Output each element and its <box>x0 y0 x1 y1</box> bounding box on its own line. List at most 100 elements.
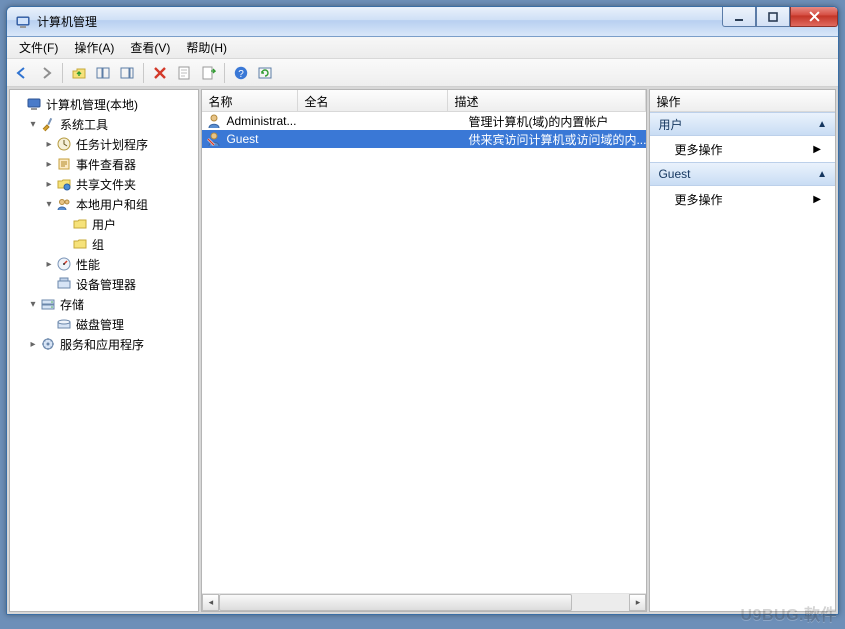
scroll-thumb[interactable] <box>219 594 572 611</box>
show-hide-tree-button[interactable] <box>92 62 114 84</box>
users-groups-icon <box>56 196 72 212</box>
scroll-track[interactable] <box>219 594 629 611</box>
menu-action[interactable]: 操作(A) <box>66 37 122 58</box>
collapse-icon: ▲ <box>817 119 827 130</box>
clock-icon <box>56 136 72 152</box>
tree-shared-folders[interactable]: ▸ 共享文件夹 <box>12 174 196 194</box>
cell-description: 供来宾访问计算机或访问域的内... <box>468 131 646 148</box>
tree: 计算机管理(本地) ▾ 系统工具 ▸ 任务计划程序 ▸ 事件查看器 <box>10 90 198 611</box>
help-button[interactable]: ? <box>230 62 252 84</box>
collapse-icon: ▲ <box>817 169 827 180</box>
caret-down-icon: ▾ <box>26 119 40 130</box>
caret-right-icon: ▸ <box>42 139 56 150</box>
tree-label: 存储 <box>60 296 84 313</box>
tree-event-viewer[interactable]: ▸ 事件查看器 <box>12 154 196 174</box>
tree-label: 用户 <box>92 216 116 233</box>
horizontal-scrollbar[interactable]: ◂ ▸ <box>202 593 646 611</box>
tree-label: 服务和应用程序 <box>60 336 144 353</box>
performance-icon <box>56 256 72 272</box>
tree-label: 计算机管理(本地) <box>46 96 138 113</box>
tree-storage[interactable]: ▾ 存储 <box>12 294 196 314</box>
tree-label: 设备管理器 <box>76 276 136 293</box>
app-icon <box>15 14 31 30</box>
window-title: 计算机管理 <box>37 13 838 30</box>
toolbar-separator <box>62 63 63 83</box>
event-icon <box>56 156 72 172</box>
caret-down-icon: ▾ <box>42 199 56 210</box>
tree-label: 系统工具 <box>60 116 108 133</box>
tree-groups[interactable]: 组 <box>12 234 196 254</box>
tree-users[interactable]: 用户 <box>12 214 196 234</box>
tree-label: 组 <box>92 236 104 253</box>
storage-icon <box>40 296 56 312</box>
maximize-button[interactable] <box>756 7 790 27</box>
refresh-button[interactable] <box>254 62 276 84</box>
tree-root[interactable]: 计算机管理(本地) <box>12 94 196 114</box>
tree-services-apps[interactable]: ▸ 服务和应用程序 <box>12 334 196 354</box>
col-description[interactable]: 描述 <box>448 90 646 111</box>
close-button[interactable] <box>790 7 838 27</box>
actions-item-label: 更多操作 <box>674 141 722 158</box>
caret-right-icon: ▸ <box>42 179 56 190</box>
export-list-button[interactable] <box>197 62 219 84</box>
tree-disk-management[interactable]: 磁盘管理 <box>12 314 196 334</box>
tree-label: 共享文件夹 <box>76 176 136 193</box>
submenu-icon: ▶ <box>813 144 821 155</box>
list-pane: 名称 全名 描述 Administrat... 管理计算机(域)的内置帐户 Gu… <box>201 89 647 612</box>
services-icon <box>40 336 56 352</box>
titlebar[interactable]: 计算机管理 <box>7 7 838 37</box>
col-name[interactable]: 名称 <box>202 90 298 111</box>
col-fullname[interactable]: 全名 <box>298 90 448 111</box>
shared-folder-icon <box>56 176 72 192</box>
tree-task-scheduler[interactable]: ▸ 任务计划程序 <box>12 134 196 154</box>
svg-text:?: ? <box>238 69 244 80</box>
list-row-guest[interactable]: Guest 供来宾访问计算机或访问域的内... <box>202 130 646 148</box>
minimize-button[interactable] <box>722 7 756 27</box>
content-area: 计算机管理(本地) ▾ 系统工具 ▸ 任务计划程序 ▸ 事件查看器 <box>7 87 838 614</box>
delete-button[interactable] <box>149 62 171 84</box>
properties-button[interactable] <box>173 62 195 84</box>
menu-help[interactable]: 帮助(H) <box>178 37 235 58</box>
list-body: Administrat... 管理计算机(域)的内置帐户 Guest 供来宾访问… <box>202 112 646 593</box>
actions-group-guest[interactable]: Guest ▲ <box>650 162 835 186</box>
actions-group-users[interactable]: 用户 ▲ <box>650 112 835 136</box>
toolbar: ? <box>7 59 838 87</box>
mmc-window: 计算机管理 文件(F) 操作(A) 查看(V) 帮助(H) ? <box>6 6 839 615</box>
toolbar-separator <box>224 63 225 83</box>
tools-icon <box>40 116 56 132</box>
tree-performance[interactable]: ▸ 性能 <box>12 254 196 274</box>
list-row-administrator[interactable]: Administrat... 管理计算机(域)的内置帐户 <box>202 112 646 130</box>
scroll-left-button[interactable]: ◂ <box>202 594 219 611</box>
back-button[interactable] <box>11 62 33 84</box>
toolbar-separator <box>143 63 144 83</box>
actions-header: 操作 <box>650 90 835 112</box>
cell-name: Administrat... <box>226 114 318 128</box>
tree-label: 任务计划程序 <box>76 136 148 153</box>
menu-file[interactable]: 文件(F) <box>11 37 66 58</box>
caret-right-icon: ▸ <box>42 259 56 270</box>
caret-down-icon: ▾ <box>26 299 40 310</box>
menubar: 文件(F) 操作(A) 查看(V) 帮助(H) <box>7 37 838 59</box>
folder-icon <box>72 216 88 232</box>
column-headers: 名称 全名 描述 <box>202 90 646 112</box>
actions-item-label: 更多操作 <box>674 191 722 208</box>
up-level-button[interactable] <box>68 62 90 84</box>
user-icon <box>206 113 222 129</box>
tree-local-users-groups[interactable]: ▾ 本地用户和组 <box>12 194 196 214</box>
cell-name: Guest <box>226 132 318 146</box>
tree-device-manager[interactable]: 设备管理器 <box>12 274 196 294</box>
actions-item-more-guest[interactable]: 更多操作 ▶ <box>650 186 835 212</box>
tree-system-tools[interactable]: ▾ 系统工具 <box>12 114 196 134</box>
forward-button[interactable] <box>35 62 57 84</box>
caret-right-icon: ▸ <box>26 339 40 350</box>
scroll-right-button[interactable]: ▸ <box>629 594 646 611</box>
cell-description: 管理计算机(域)的内置帐户 <box>468 113 646 130</box>
submenu-icon: ▶ <box>813 194 821 205</box>
menu-view[interactable]: 查看(V) <box>122 37 178 58</box>
computer-icon <box>26 96 42 112</box>
actions-group-title: Guest <box>658 167 690 181</box>
tree-label: 本地用户和组 <box>76 196 148 213</box>
show-hide-actions-button[interactable] <box>116 62 138 84</box>
tree-label: 性能 <box>76 256 100 273</box>
actions-item-more-users[interactable]: 更多操作 ▶ <box>650 136 835 162</box>
